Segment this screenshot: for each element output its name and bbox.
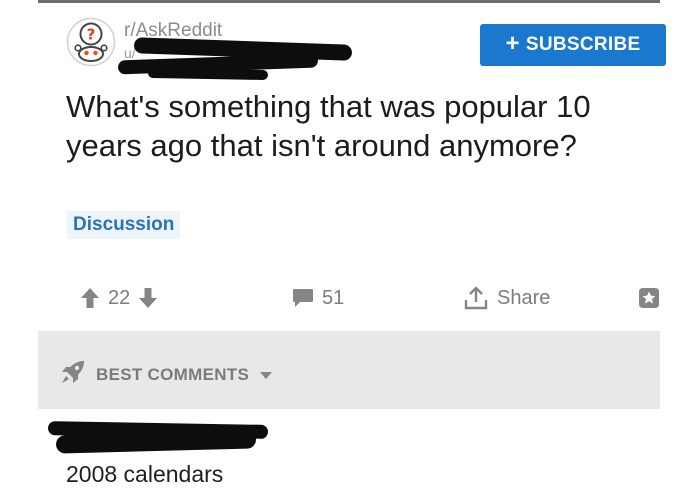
comments-button[interactable]: 51: [292, 281, 344, 315]
share-icon: [463, 285, 489, 311]
post-actions: 22 51 Share: [38, 281, 660, 315]
comment-body: 2008 calendars: [66, 461, 224, 487]
save-star-icon[interactable]: [637, 281, 661, 315]
comment-bubble-icon: [292, 288, 314, 308]
post-title[interactable]: What's something that was popular 10 yea…: [66, 87, 646, 165]
comment-count: 51: [322, 286, 345, 309]
downvote-arrow-icon[interactable]: [138, 287, 158, 309]
caret-down-icon: [259, 365, 273, 385]
post-card: ? r/AskReddit u/ + SUBSCRIBE What's some…: [38, 3, 666, 497]
plus-icon: +: [505, 30, 520, 57]
share-label: Share: [497, 286, 551, 309]
vote-group: 22: [80, 281, 158, 315]
sort-dropdown[interactable]: BEST COMMENTS: [60, 359, 273, 390]
share-button[interactable]: Share: [463, 281, 550, 315]
comment-sort-bar: BEST COMMENTS: [38, 331, 660, 409]
subscribe-label: SUBSCRIBE: [525, 34, 641, 55]
vote-score: 22: [108, 286, 131, 309]
upvote-arrow-icon[interactable]: [80, 287, 100, 309]
post-flair[interactable]: Discussion: [67, 211, 181, 239]
username-redaction: [147, 67, 269, 81]
rocket-icon: [60, 359, 86, 390]
svg-text:?: ?: [87, 26, 96, 44]
subreddit-avatar-icon[interactable]: ?: [66, 17, 116, 67]
subscribe-button[interactable]: + SUBSCRIBE: [480, 24, 666, 66]
comment-author-redaction: [55, 430, 257, 454]
sort-label: BEST COMMENTS: [96, 364, 250, 384]
